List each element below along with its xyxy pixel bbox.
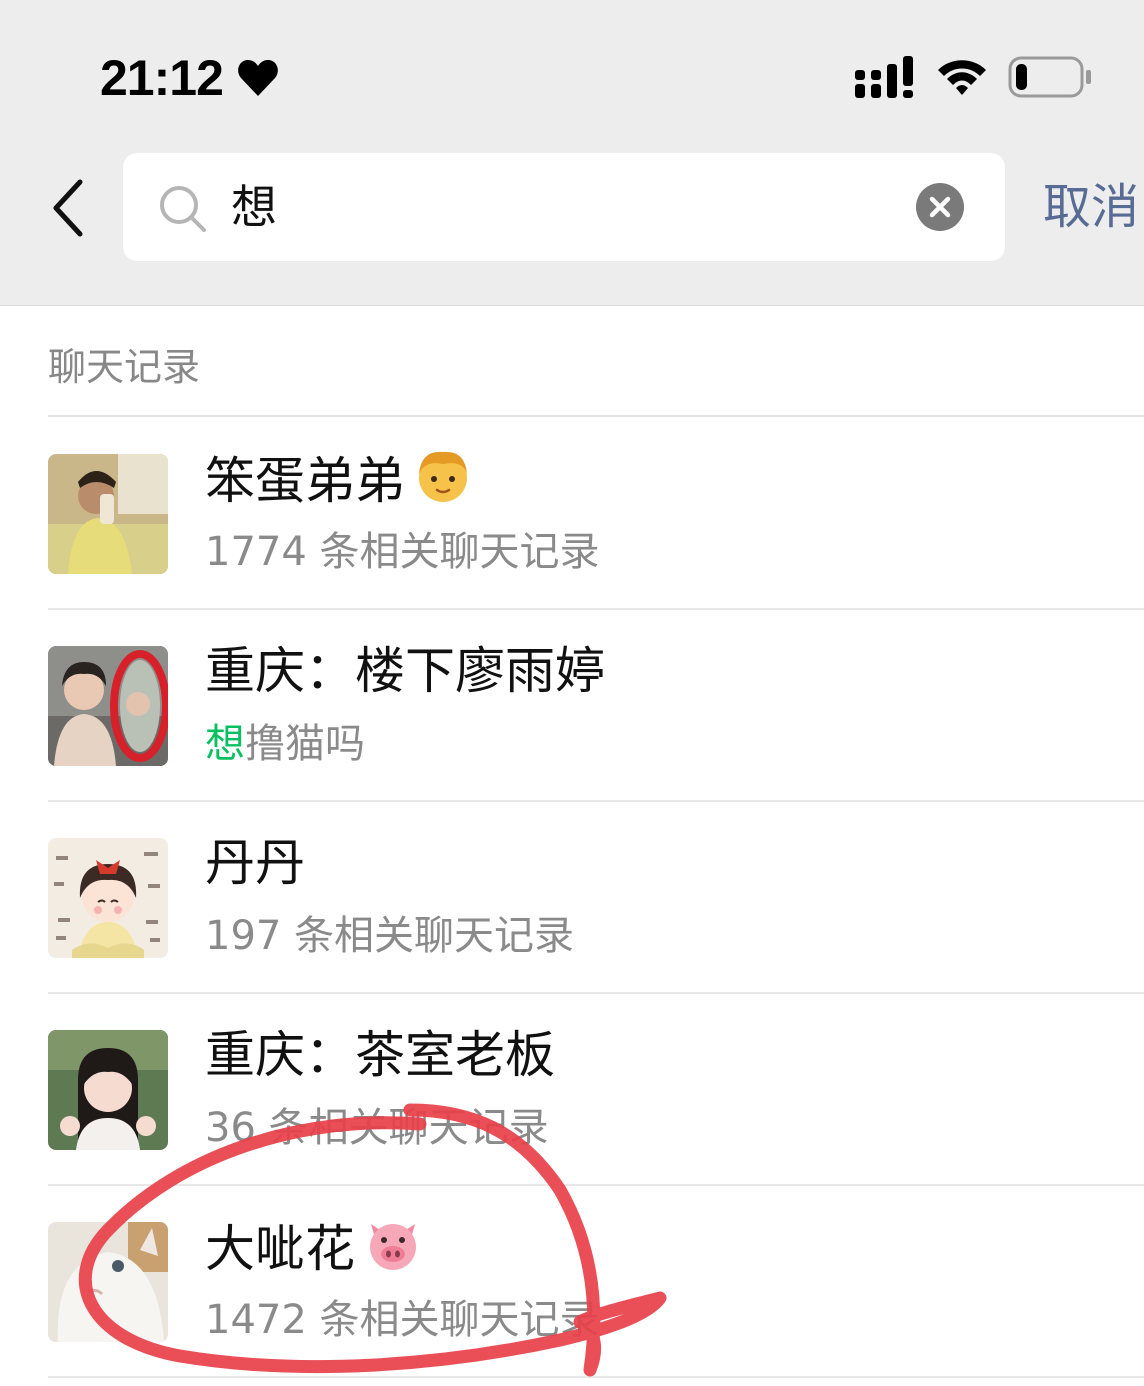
section-divider: [48, 415, 1144, 417]
contact-name: 重庆：楼下廖雨婷: [205, 642, 605, 700]
result-row[interactable]: 笨蛋弟弟 1774 条相关聊天记录: [0, 418, 1144, 610]
contact-name: 大呲花: [205, 1214, 423, 1282]
result-row[interactable]: 重庆：茶室老板 36 条相关聊天记录: [0, 994, 1144, 1186]
pig-face-emoji-icon: [370, 1224, 416, 1270]
avatar: [48, 646, 168, 766]
avatar: [48, 838, 168, 958]
back-button[interactable]: [48, 178, 88, 238]
result-row[interactable]: 大呲花 1472 条相关聊天记录: [0, 1186, 1144, 1378]
search-query[interactable]: 想: [231, 175, 277, 239]
match-count: 1472 条相关聊天记录: [205, 1297, 600, 1343]
clear-search-button[interactable]: [916, 183, 964, 231]
match-count: 36 条相关聊天记录: [205, 1105, 549, 1151]
contact-name: 笨蛋弟弟: [205, 446, 473, 514]
result-row[interactable]: 丹丹 197 条相关聊天记录: [0, 802, 1144, 994]
heart-icon: [238, 60, 278, 96]
battery-low-icon: [1008, 56, 1091, 98]
avatar: [48, 454, 168, 574]
avatar: [48, 1030, 168, 1150]
match-count: 197 条相关聊天记录: [205, 913, 575, 959]
contact-name: 丹丹: [205, 834, 305, 892]
top-bar: 21:12 想 取消: [0, 0, 1144, 306]
search-input[interactable]: 想: [123, 153, 1005, 261]
contact-name-text: 笨蛋弟弟: [205, 452, 405, 510]
clear-icon: [929, 196, 951, 218]
keyword-highlight: 想: [205, 721, 245, 767]
result-row[interactable]: 重庆：楼下廖雨婷 想撸猫吗: [0, 610, 1144, 802]
match-count: 1774 条相关聊天记录: [205, 529, 600, 575]
contact-name: 重庆：茶室老板: [205, 1026, 555, 1084]
section-title-chat-history: 聊天记录: [48, 345, 201, 389]
message-snippet: 想撸猫吗: [205, 716, 365, 772]
search-icon: [160, 186, 206, 232]
boy-emoji-icon: [419, 451, 467, 502]
snippet-rest: 撸猫吗: [245, 721, 365, 767]
status-time: 21:12: [100, 50, 224, 106]
cancel-button[interactable]: 取消: [1043, 174, 1144, 240]
avatar: [48, 1222, 168, 1342]
contact-name-text: 大呲花: [205, 1220, 355, 1278]
wifi-icon: [938, 60, 986, 95]
cellular-signal-icon: [855, 56, 913, 98]
row-divider: [48, 1376, 1144, 1378]
